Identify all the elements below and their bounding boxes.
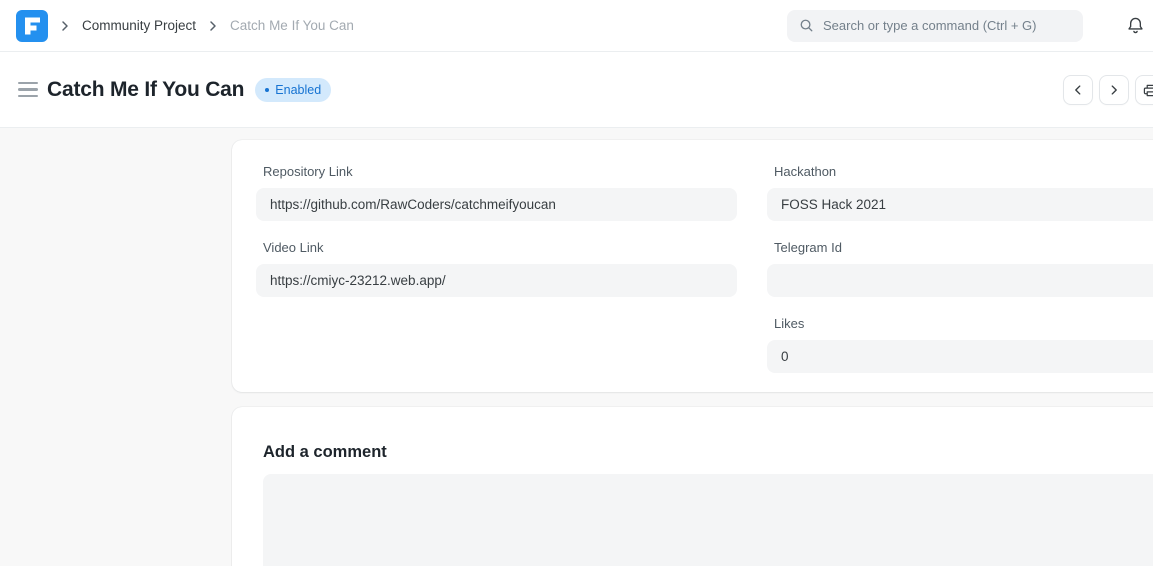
- telegram-id-input[interactable]: [767, 264, 1153, 297]
- chevron-right-icon: [205, 18, 221, 34]
- record-navigation: [1063, 75, 1153, 105]
- comment-section: Add a comment: [232, 407, 1153, 566]
- hackathon-input[interactable]: [767, 188, 1153, 221]
- previous-record-button[interactable]: [1063, 75, 1093, 105]
- app-window: Community Project Catch Me If You Can: [0, 0, 1153, 566]
- status-badge: Enabled: [255, 78, 331, 102]
- notifications-button[interactable]: [1119, 10, 1151, 42]
- video-link-input[interactable]: [256, 264, 737, 297]
- printer-icon: [1143, 83, 1153, 98]
- likes-label: Likes: [774, 316, 1153, 331]
- breadcrumb-item-community-project[interactable]: Community Project: [82, 18, 196, 33]
- print-button[interactable]: [1135, 75, 1153, 105]
- field-likes: Likes: [767, 316, 1153, 373]
- navbar: Community Project Catch Me If You Can: [0, 0, 1153, 52]
- field-hackathon: Hackathon: [767, 164, 1153, 221]
- field-video-link: Video Link: [256, 240, 737, 297]
- chevron-right-icon: [1107, 83, 1121, 97]
- form-column-right: Hackathon Telegram Id Likes: [767, 164, 1153, 368]
- navbar-actions: [787, 10, 1151, 42]
- search-icon: [799, 18, 814, 33]
- breadcrumb: Community Project Catch Me If You Can: [16, 10, 354, 42]
- status-badge-label: Enabled: [275, 83, 321, 97]
- likes-input[interactable]: [767, 340, 1153, 373]
- video-link-label: Video Link: [263, 240, 737, 255]
- repository-link-label: Repository Link: [263, 164, 737, 179]
- form-details-section: Repository Link Video Link Hackathon Tel…: [232, 140, 1153, 392]
- sidebar-toggle-button[interactable]: [18, 82, 38, 98]
- page-title: Catch Me If You Can: [47, 78, 244, 102]
- breadcrumb-item-current: Catch Me If You Can: [230, 18, 354, 33]
- global-search-bar[interactable]: [787, 10, 1083, 42]
- telegram-id-label: Telegram Id: [774, 240, 1153, 255]
- hackathon-label: Hackathon: [774, 164, 1153, 179]
- status-dot-icon: [265, 88, 269, 92]
- repository-link-input[interactable]: [256, 188, 737, 221]
- home-button[interactable]: [16, 10, 48, 42]
- chevron-right-icon: [57, 18, 73, 34]
- comment-heading: Add a comment: [263, 443, 1153, 462]
- form-column-left: Repository Link Video Link: [256, 164, 737, 368]
- field-repository-link: Repository Link: [256, 164, 737, 221]
- comment-input[interactable]: [263, 474, 1153, 566]
- frappe-logo-icon: [16, 10, 48, 42]
- search-input[interactable]: [823, 18, 1071, 33]
- chevron-left-icon: [1071, 83, 1085, 97]
- page-header: Catch Me If You Can Enabled: [0, 52, 1153, 128]
- bell-icon: [1126, 16, 1145, 35]
- next-record-button[interactable]: [1099, 75, 1129, 105]
- field-telegram-id: Telegram Id: [767, 240, 1153, 297]
